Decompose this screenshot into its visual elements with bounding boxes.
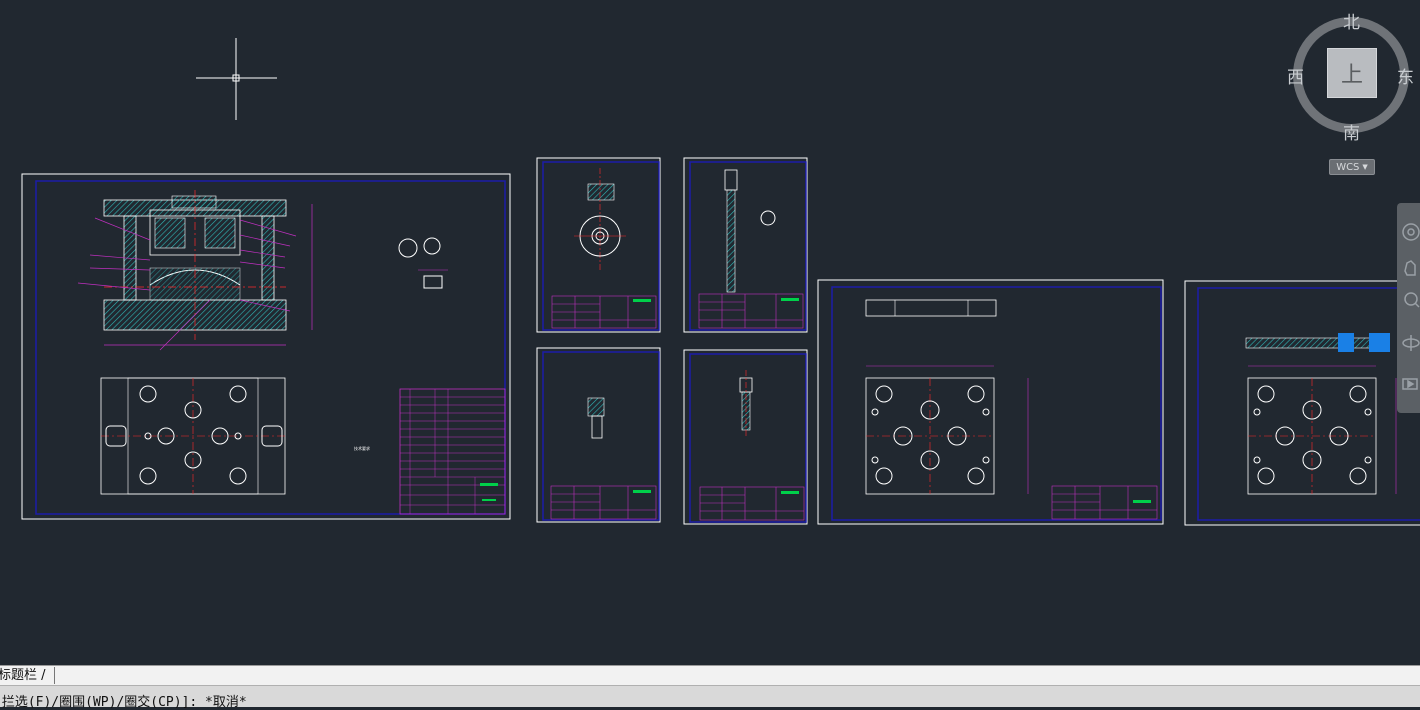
viewcube[interactable]: 北 南 东 西 上 WCS ▼ — [1285, 5, 1420, 185]
assembly-top-view — [100, 377, 286, 495]
part-sheet-4[interactable] — [536, 347, 661, 523]
compass-west-label[interactable]: 西 — [1287, 63, 1304, 88]
assembly-sheet[interactable]: 技术要求 — [21, 173, 511, 520]
viewcube-top-face[interactable]: 上 — [1327, 48, 1377, 98]
compass-east-label[interactable]: 东 — [1397, 63, 1414, 88]
part-sheet-2[interactable] — [536, 157, 661, 333]
part-sheet-5[interactable] — [683, 349, 808, 525]
selection-grip[interactable] — [1369, 333, 1390, 352]
layout-tab-bar: 标题栏 / — [0, 665, 1420, 685]
assembly-title-block — [399, 388, 506, 515]
chevron-down-icon: ▼ — [1362, 163, 1368, 171]
compass-south-label[interactable]: 南 — [1343, 119, 1360, 144]
steering-wheel-icon[interactable] — [1402, 223, 1420, 241]
drawing-canvas[interactable]: 技术要求 — [0, 0, 1420, 665]
orbit-icon[interactable] — [1402, 335, 1420, 351]
part-sheet-3[interactable] — [683, 157, 808, 333]
pan-icon[interactable] — [1404, 260, 1416, 276]
compass-north-label[interactable]: 北 — [1343, 8, 1360, 33]
plate-sheet-selected[interactable] — [1184, 280, 1420, 526]
command-line[interactable]: [拦选(F)/圈围(WP)/圈交(CP)]: *取消* — [0, 685, 1420, 710]
layout-tab-active[interactable]: 标题栏 / — [0, 667, 55, 684]
svg-text:技术要求: 技术要求 — [354, 445, 370, 451]
command-history-text: [拦选(F)/圈围(WP)/圈交(CP)]: *取消* — [0, 695, 247, 710]
showmotion-icon[interactable] — [1402, 378, 1418, 390]
plate-sheet[interactable] — [817, 279, 1164, 525]
assembly-front-view — [77, 190, 313, 351]
wcs-menu-button[interactable]: WCS ▼ — [1329, 159, 1375, 175]
navigation-bar[interactable] — [1397, 203, 1420, 413]
assembly-detail-views — [398, 237, 448, 289]
wcs-label: WCS — [1336, 161, 1360, 173]
crosshair-cursor — [196, 38, 277, 120]
zoom-icon[interactable] — [1404, 292, 1420, 308]
selection-grip[interactable] — [1338, 333, 1354, 352]
